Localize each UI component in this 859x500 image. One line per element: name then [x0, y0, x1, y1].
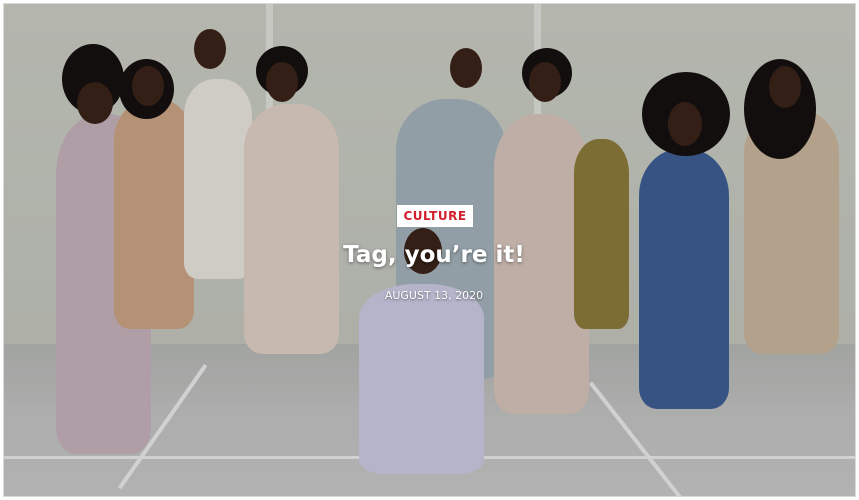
post-date: AUGUST 13, 2020 — [384, 289, 484, 302]
post-title[interactable]: Tag, you’re it! — [284, 242, 584, 268]
category-badge[interactable]: CULTURE — [397, 205, 473, 227]
featured-post-card[interactable]: CULTURE Tag, you’re it! AUGUST 13, 2020 — [3, 3, 856, 497]
